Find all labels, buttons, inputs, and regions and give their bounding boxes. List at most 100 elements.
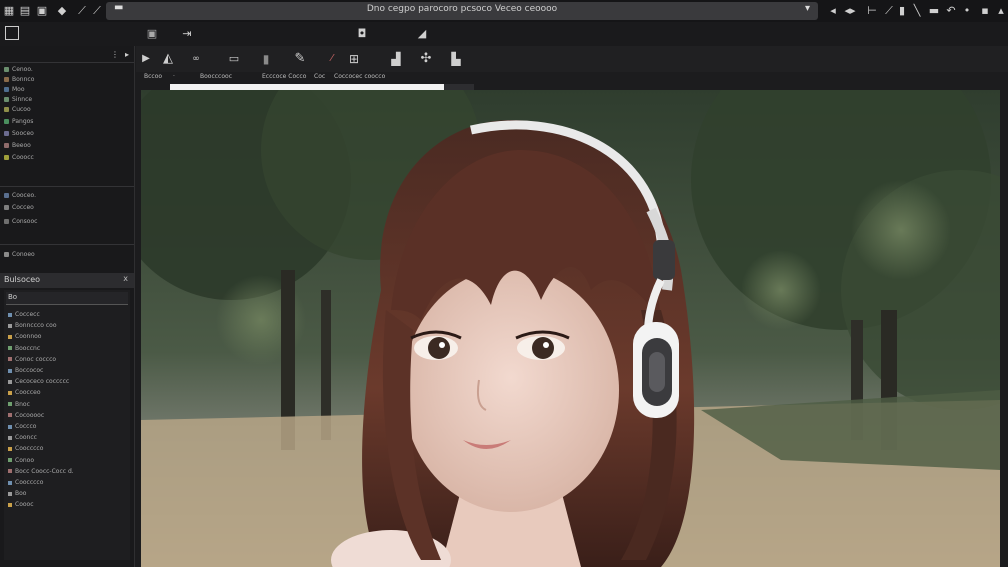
dot-icon[interactable]: • <box>960 4 974 18</box>
list-item[interactable]: Cooocc <box>4 154 34 162</box>
title-field[interactable]: ▬ Dno cegpo parocoro pcsoco Veceo ceoooo… <box>106 2 818 20</box>
list-item[interactable]: Boo <box>8 489 26 498</box>
file-icon[interactable]: ▟ <box>388 51 404 67</box>
item-icon <box>8 424 12 429</box>
list-item-label: Bonnccco coo <box>15 322 57 330</box>
item-icon <box>8 413 12 418</box>
list-item[interactable]: Bonnccco coo <box>8 321 57 330</box>
menu-icon[interactable]: ▦ <box>2 4 16 18</box>
frame-icon[interactable]: ▣ <box>145 27 159 41</box>
panel-expand-icon[interactable]: ▸ <box>120 48 134 62</box>
list-item-label: Boccococ <box>15 367 44 374</box>
list-item[interactable]: Beeoo <box>4 142 31 150</box>
list-item[interactable]: Cecoceco coccccc <box>8 377 69 386</box>
list-item[interactable]: Bocc Coocc-Cocc d. <box>8 467 74 476</box>
list-item[interactable]: Cocooooc <box>8 411 44 420</box>
list-item[interactable]: Coocccco <box>8 444 43 453</box>
undo-icon[interactable]: ↶ <box>944 4 958 18</box>
triangle-tool-icon[interactable]: ◢ <box>415 27 429 41</box>
layer-icon <box>4 119 9 124</box>
image-canvas[interactable] <box>141 90 1000 567</box>
list-item[interactable]: Coccco <box>8 422 36 431</box>
crop-icon[interactable]: ⊢ <box>865 4 879 18</box>
list-item[interactable]: Conoc coccco <box>8 355 56 364</box>
divider <box>0 62 134 63</box>
tab[interactable]: Coc <box>314 72 325 81</box>
layer-icon <box>4 131 9 136</box>
save-icon[interactable]: ▪ <box>978 4 992 18</box>
title-bar: ▦ ▤ ▣ ◆ ⟋ ⟋ ▬ Dno cegpo parocoro pcsoco … <box>0 0 1008 23</box>
secondary-bar: ▣ ⇥ ◘ ◢ <box>0 22 1008 46</box>
list-item-label: Coooc <box>15 501 34 509</box>
layer-icon <box>4 193 9 198</box>
list-item[interactable]: Coooc <box>8 500 34 509</box>
list-item[interactable]: Consooc <box>4 218 37 226</box>
item-icon <box>8 435 12 440</box>
list-item[interactable]: Cenoo. <box>4 66 33 74</box>
grid-icon[interactable]: ⊞ <box>346 51 362 67</box>
tab[interactable]: Boocccooc <box>200 72 232 81</box>
list-item[interactable]: Conoeo <box>4 251 35 259</box>
bar-icon[interactable]: ▮ <box>895 4 909 18</box>
list-item[interactable]: Booccnc <box>8 344 40 353</box>
tab[interactable]: Ecccoce Cocco <box>262 72 306 81</box>
list-item[interactable]: Moo <box>4 86 25 94</box>
wand-2-icon[interactable]: ⟋ <box>90 4 104 18</box>
list-item[interactable]: Coccecc <box>8 310 40 319</box>
item-icon <box>8 458 12 463</box>
list-item[interactable]: Coocceo <box>8 388 41 397</box>
line-icon[interactable]: ⁄ <box>324 51 340 67</box>
list-item[interactable]: Coonnoo <box>8 332 41 341</box>
tab[interactable]: Bccoo <box>144 72 162 81</box>
list-item[interactable]: Coocccco <box>8 478 43 487</box>
flag-icon[interactable]: ▙ <box>448 51 464 67</box>
play-icon[interactable]: ▶ <box>138 51 154 67</box>
list-item-label: Coccecc <box>15 311 40 318</box>
divider <box>0 186 134 187</box>
list-item[interactable]: Sooceo <box>4 130 34 138</box>
wand-icon[interactable]: ⟋ <box>75 4 89 18</box>
list-item[interactable]: Bnoc <box>8 400 30 409</box>
filter-input[interactable]: Bo <box>6 292 128 305</box>
pen-icon[interactable]: ╲ <box>910 4 924 18</box>
item-icon <box>8 480 12 485</box>
stack-icon[interactable]: ▬ <box>927 4 941 18</box>
layer-icon <box>4 155 9 160</box>
move-icon[interactable]: ⇥ <box>180 27 194 41</box>
search-icon[interactable]: ◘ <box>355 27 369 41</box>
panel-header[interactable]: Bulsoceo x <box>0 273 134 288</box>
list-item[interactable]: Bonnco <box>4 76 34 84</box>
document-icon[interactable]: ▤ <box>18 4 32 18</box>
frame-icon[interactable]: ▭ <box>226 51 242 67</box>
canvas-image <box>141 90 1000 567</box>
list-item[interactable]: Cucoo <box>4 106 31 114</box>
pen-tool-icon[interactable]: ✎ <box>292 51 308 67</box>
list-item-label: Bocc Coocc-Cocc d. <box>15 467 74 475</box>
list-item[interactable]: Cocceo <box>4 204 34 212</box>
item-icon <box>8 323 12 328</box>
layer-icon <box>4 205 9 210</box>
arrow-left-icon[interactable]: ◂ <box>826 4 840 18</box>
shape-icon[interactable]: ◭ <box>160 51 176 67</box>
divider <box>0 244 134 245</box>
list-item[interactable]: Sinnce <box>4 96 32 104</box>
panel-icon[interactable]: ▮ <box>258 51 274 67</box>
list-item[interactable]: Conoo <box>8 456 34 465</box>
list-item[interactable]: Cooncc <box>8 433 37 442</box>
tree-icon[interactable]: ✣ <box>418 51 434 67</box>
paint-bucket-icon[interactable]: ◆ <box>55 4 69 18</box>
brush-dots-icon[interactable]: ∞ <box>188 51 204 67</box>
select-icon[interactable]: ⟋ <box>882 4 896 18</box>
tab[interactable]: Coccocec coocco <box>334 72 385 81</box>
chevron-down-icon[interactable]: ▾ <box>805 3 810 14</box>
item-icon <box>8 357 12 362</box>
square-icon[interactable] <box>5 26 19 40</box>
cursor-icon[interactable]: ▴ <box>994 4 1008 18</box>
arrow-right-icon[interactable]: ◂▸ <box>843 4 857 18</box>
image-icon[interactable]: ▣ <box>35 4 49 18</box>
item-icon <box>8 390 12 395</box>
list-item[interactable]: Boccococ <box>8 366 43 375</box>
list-item[interactable]: Cooceo. <box>4 192 36 200</box>
list-item[interactable]: Pangos <box>4 118 33 126</box>
close-icon[interactable]: x <box>123 274 128 283</box>
